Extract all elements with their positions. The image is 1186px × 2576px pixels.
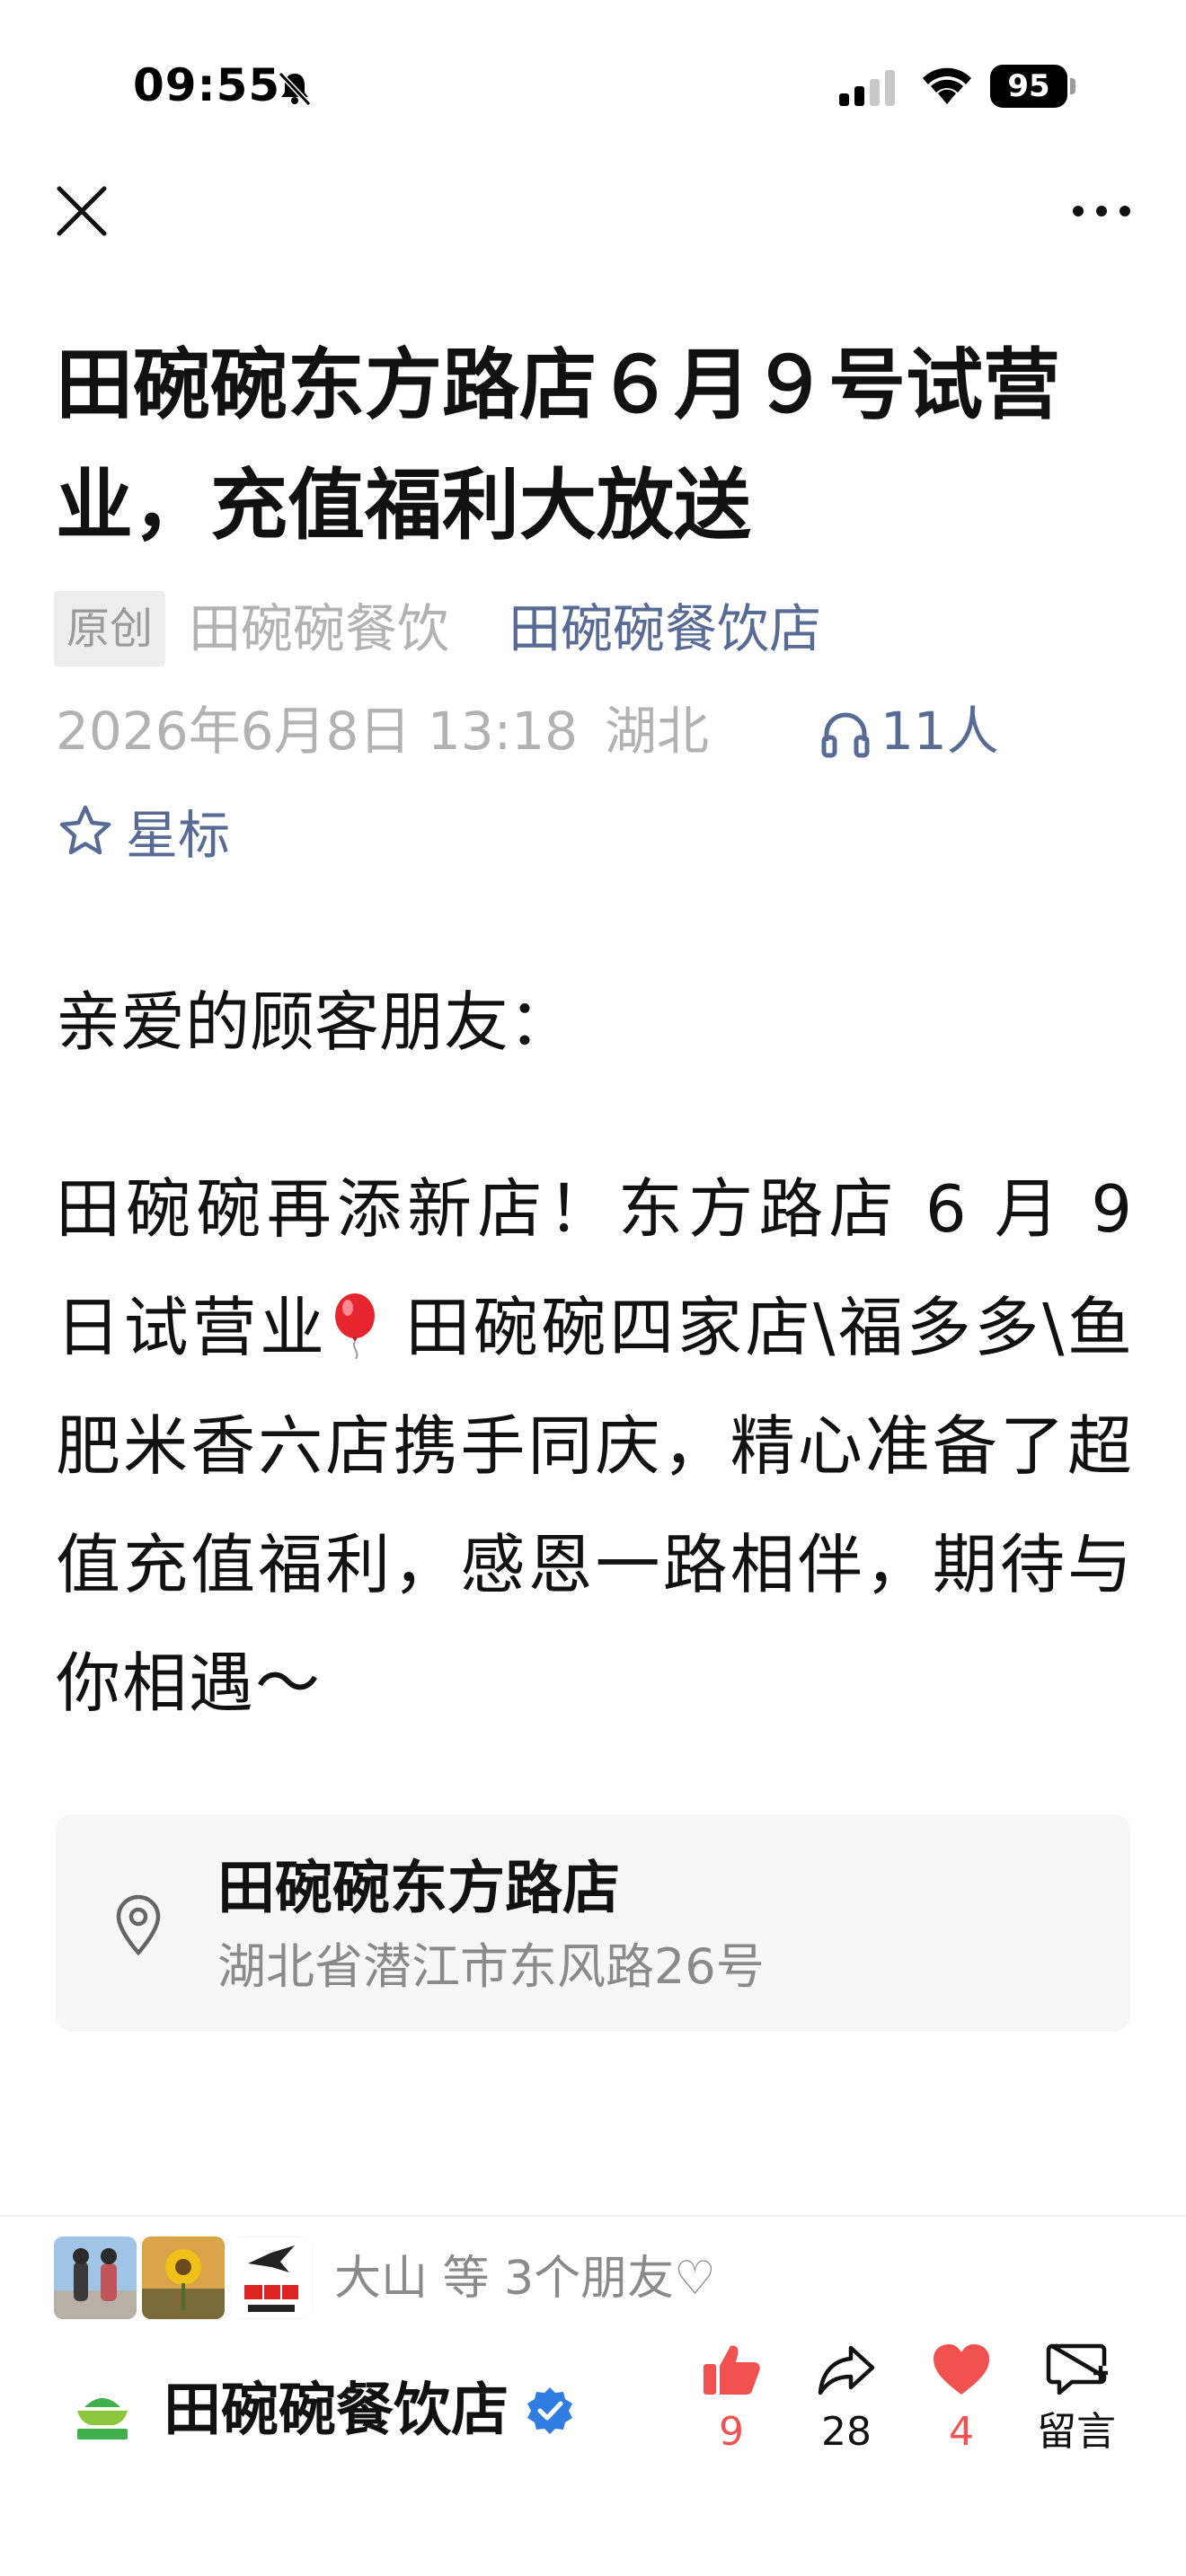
- comment-label: 留言: [1037, 2409, 1116, 2455]
- balloon-icon: [334, 1293, 375, 1359]
- close-icon[interactable]: [50, 180, 113, 243]
- wifi-icon: [923, 67, 971, 104]
- share-icon: [818, 2345, 875, 2395]
- friend-avatar: [142, 2236, 225, 2319]
- greeting-text: 亲爱的顾客朋友：: [56, 984, 574, 1060]
- like-button[interactable]: 9: [677, 2341, 785, 2461]
- status-time: 09:55: [133, 59, 281, 111]
- footer-account-name[interactable]: 田碗碗餐饮店: [164, 2366, 509, 2456]
- heart-button[interactable]: 4: [907, 2341, 1015, 2461]
- bell-muted-icon: [278, 71, 312, 107]
- publish-location: 湖北: [605, 701, 710, 762]
- publish-meta: 2026年6月8日 13:18 湖北: [56, 697, 736, 765]
- account-name-link[interactable]: 田碗碗餐饮店: [509, 595, 821, 663]
- article-paragraph: 田碗碗再添新店！东方路店 6 月 9 日试营业 田碗碗四家店\福多多\鱼肥米香六…: [56, 1150, 1134, 1742]
- original-badge: 原创: [54, 591, 165, 666]
- account-avatar[interactable]: [58, 2371, 147, 2461]
- headphones-icon: [821, 712, 870, 758]
- friend-avatar: [230, 2236, 313, 2319]
- listen-count: 11人: [881, 701, 999, 762]
- location-name: 田碗碗东方路店: [217, 1856, 620, 1922]
- comment-icon: [1046, 2343, 1108, 2395]
- heart-count: 4: [949, 2409, 974, 2455]
- share-button[interactable]: 28: [792, 2341, 900, 2461]
- star-icon: [59, 805, 111, 855]
- location-address: 湖北省潜江市东风路26号: [217, 1938, 765, 1995]
- footer-divider: [0, 2215, 1186, 2217]
- thumbs-up-icon: [704, 2345, 760, 2395]
- star-button[interactable]: 星标: [58, 801, 230, 869]
- friends-liked-text[interactable]: 大山 等 3个朋友♡: [334, 2244, 716, 2314]
- publish-date: 2026年6月8日 13:18: [56, 701, 578, 762]
- share-count: 28: [821, 2409, 872, 2455]
- location-pin-icon: [116, 1894, 161, 1956]
- friend-avatar: [54, 2236, 137, 2319]
- cellular-signal-icon: [839, 70, 895, 106]
- author-name: 田碗碗餐饮: [189, 598, 450, 659]
- article-title: 田碗碗东方路店６月９号试营业，充值福利大放送: [56, 340, 1060, 551]
- verified-badge-icon: [527, 2387, 572, 2434]
- listen-button[interactable]: 11人: [819, 697, 999, 765]
- comment-button[interactable]: 留言: [1022, 2341, 1130, 2461]
- like-count: 9: [719, 2409, 744, 2455]
- more-options-icon[interactable]: [1066, 189, 1137, 234]
- star-label: 星标: [126, 805, 231, 866]
- heart-icon: [934, 2344, 989, 2395]
- battery-level: 95: [990, 65, 1067, 108]
- battery-indicator: 95: [990, 65, 1076, 108]
